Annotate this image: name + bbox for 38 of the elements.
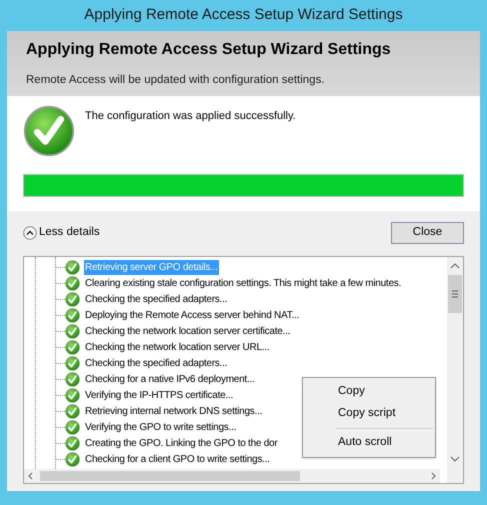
success-check-icon <box>65 340 80 354</box>
log-entry[interactable]: Checking the specified adapters... <box>84 292 228 306</box>
success-check-icon <box>65 308 80 322</box>
menu-item[interactable]: Copy <box>303 381 435 403</box>
log-entry[interactable]: Creating the GPO. Linking the GPO to the dor <box>84 436 278 450</box>
chevron-icon <box>23 226 37 240</box>
success-check-icon <box>65 324 80 338</box>
success-check-icon <box>65 388 80 402</box>
window-title: Applying Remote Access Setup Wizard Settings <box>83 5 404 26</box>
success-check-icon <box>65 372 80 386</box>
horizontal-scrollbar[interactable] <box>24 469 440 483</box>
log-entry[interactable]: Verifying the IP-HTTPS certificate... <box>84 388 234 402</box>
success-check-icon <box>65 276 80 290</box>
log-entry[interactable]: Deploying the Remote Access server behind NAT... <box>84 308 300 322</box>
log-entry[interactable]: Checking for a native IPv6 deployment... <box>84 372 256 386</box>
menu-item[interactable]: Auto scroll <box>303 432 435 454</box>
vertical-scrollbar[interactable] <box>447 257 463 483</box>
log-entry[interactable]: Checking the network location server certificate... <box>84 324 292 338</box>
success-check-icon <box>65 452 80 466</box>
success-check-icon <box>23 105 75 157</box>
log-entry[interactable]: Retrieving internal network DNS settings... <box>84 404 264 418</box>
menu-item[interactable]: Copy script <box>303 403 435 425</box>
log-entry[interactable]: Checking for a client GPO to write settings... <box>84 452 271 466</box>
success-check-icon <box>65 404 80 418</box>
page-title: Applying Remote Access Setup Wizard Settings <box>26 40 392 60</box>
log-entry[interactable]: Checking the network location server URL... <box>84 340 270 354</box>
success-check-icon <box>65 356 80 370</box>
success-check-icon <box>65 292 80 306</box>
close-button[interactable]: Close <box>391 222 464 244</box>
success-check-icon <box>65 260 80 274</box>
log-entry[interactable]: Checking the specified adapters... <box>84 356 228 370</box>
log-entry[interactable]: Verifying the GPO to write settings... <box>84 420 238 434</box>
result-message: The configuration was applied successfully. <box>85 109 296 124</box>
log-entry[interactable]: Clearing existing stale configuration settings. This might take a few minutes. <box>84 276 402 290</box>
success-check-icon <box>65 420 80 434</box>
success-check-icon <box>65 436 80 450</box>
details-toggle[interactable]: Less details <box>23 224 100 242</box>
page-subtitle: Remote Access will be updated with configuration settings. <box>26 73 326 88</box>
